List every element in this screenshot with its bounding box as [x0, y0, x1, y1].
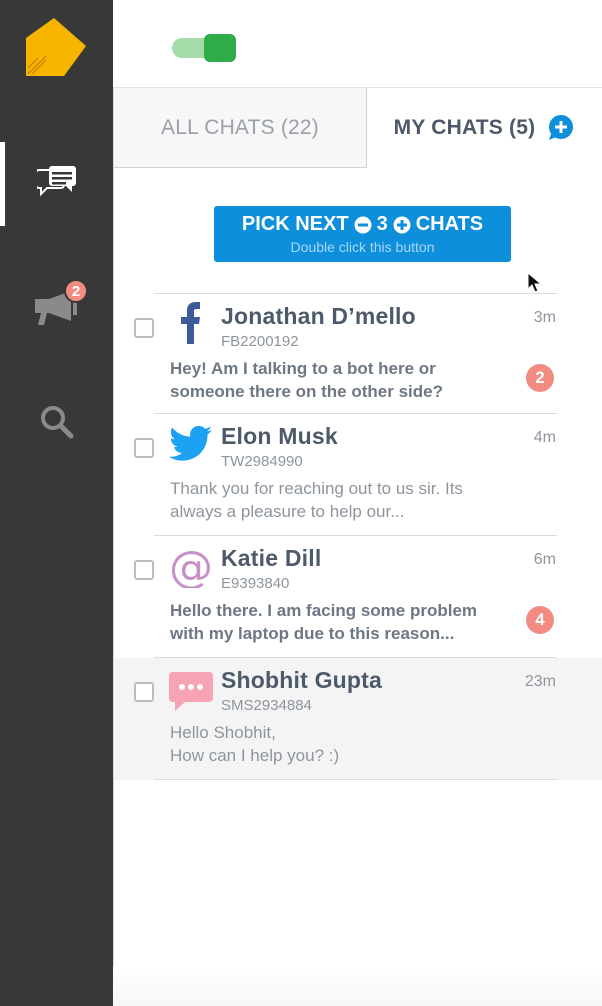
- chat-bubbles-icon: [34, 164, 77, 205]
- add-chat-icon[interactable]: [547, 114, 575, 142]
- chat-time: 4m: [533, 429, 556, 446]
- chat-time: 3m: [533, 309, 556, 326]
- chat-select-checkbox[interactable]: [134, 318, 154, 338]
- toggle-knob: [204, 34, 236, 62]
- bottom-fade: [113, 966, 602, 1006]
- chat-tabs: ALL CHATS (22) MY CHATS (5): [114, 88, 602, 168]
- chat-row[interactable]: Shobhit Gupta SMS2934884 23m Hello Shobh…: [114, 658, 602, 780]
- mouse-cursor-icon: [527, 271, 543, 294]
- facebook-icon: [169, 300, 213, 344]
- svg-text:@: @: [169, 544, 213, 588]
- sidebar-item-chats[interactable]: [0, 142, 113, 226]
- search-icon: [39, 404, 75, 445]
- chat-row[interactable]: Elon Musk TW2984990 4m Thank you for rea…: [114, 414, 602, 536]
- chat-preview: Hello there. I am facing some problem wi…: [170, 601, 478, 643]
- tab-all-chats-label: ALL CHATS (22): [160, 115, 319, 139]
- email-icon: @: [169, 542, 213, 593]
- chat-contact-name: Jonathan D’mello: [221, 303, 416, 329]
- chat-contact-name: Elon Musk: [221, 423, 338, 449]
- chat-contact-name: Katie Dill: [221, 545, 322, 571]
- tab-my-chats-label: MY CHATS (5): [393, 116, 536, 139]
- tab-my-chats[interactable]: MY CHATS (5): [367, 88, 602, 168]
- chat-contact-name: Shobhit Gupta: [221, 667, 383, 693]
- sidebar-item-search[interactable]: [0, 382, 113, 466]
- topbar: [113, 0, 602, 88]
- unread-badge: 4: [526, 606, 554, 634]
- chat-select-checkbox[interactable]: [134, 438, 154, 458]
- pick-next-button[interactable]: PICK NEXT 3 CHATS Double click this butt…: [214, 206, 511, 262]
- sms-icon: [169, 670, 213, 714]
- chat-row[interactable]: @ Katie Dill E9393840 6m Hello there. I …: [114, 536, 602, 658]
- decrease-count-icon[interactable]: [354, 216, 372, 234]
- chat-time: 6m: [533, 551, 556, 568]
- pick-next-hint: Double click this button: [290, 239, 435, 255]
- chat-select-checkbox[interactable]: [134, 560, 154, 580]
- unread-badge: 2: [526, 364, 554, 392]
- chat-contact-id: FB2200192: [221, 333, 299, 350]
- tab-all-chats[interactable]: ALL CHATS (22): [114, 88, 367, 168]
- chat-row[interactable]: Jonathan D’mello FB2200192 3m Hey! Am I …: [114, 294, 602, 416]
- chat-preview-line: Hello Shobhit,: [170, 723, 276, 742]
- chat-preview-line: How can I help you? :): [170, 746, 340, 765]
- chat-contact-id: SMS2934884: [221, 697, 312, 714]
- twitter-icon: [169, 424, 213, 468]
- chat-preview: Thank you for reaching out to us sir. It…: [170, 479, 463, 521]
- pick-chats-label: CHATS: [415, 213, 484, 235]
- pick-next-main: PICK NEXT 3 CHATS: [214, 213, 511, 236]
- sidebar: 2: [0, 0, 113, 1006]
- chat-select-checkbox[interactable]: [134, 682, 154, 702]
- availability-toggle[interactable]: [172, 34, 236, 62]
- chat-contact-id: TW2984990: [221, 453, 303, 470]
- increase-count-icon[interactable]: [393, 216, 411, 234]
- pick-next-label: PICK NEXT: [241, 213, 349, 235]
- chat-preview: Hello Shobhit, How can I help you? :): [170, 721, 500, 767]
- divider: [154, 779, 557, 780]
- sidebar-item-broadcast[interactable]: 2: [0, 268, 113, 352]
- logo-icon: [24, 18, 88, 78]
- chat-contact-id: E9393840: [221, 575, 290, 592]
- chat-panel: ALL CHATS (22) MY CHATS (5) PICK NEXT 3: [113, 88, 602, 1006]
- chat-preview: Hey! Am I talking to a bot here or someo…: [170, 359, 443, 401]
- chat-time: 23m: [524, 673, 556, 690]
- broadcast-badge: 2: [64, 279, 88, 303]
- pick-count: 3: [376, 213, 388, 235]
